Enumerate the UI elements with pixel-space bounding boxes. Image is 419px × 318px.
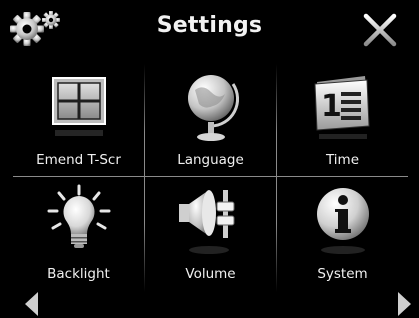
arrow-left-icon[interactable] [23,291,41,317]
header-bar: Settings [0,0,419,58]
tile-backlight[interactable]: Backlight [13,178,144,290]
settings-screen: Settings Emend T-Scr Language 1 Time Bac… [0,0,419,318]
tile-time[interactable]: 1 Time [277,64,408,176]
tile-label: Volume [185,266,236,282]
settings-grid: Emend T-Scr Language 1 Time Backlight Vo… [13,64,408,292]
globe-icon [188,75,240,141]
tile-label: Emend T-Scr [36,152,121,168]
speaker-volume-icon [179,190,235,254]
tile-label: Backlight [47,266,110,282]
tile-label: System [317,266,368,282]
tile-system[interactable]: System [277,178,408,290]
grid-divider-horizontal [13,176,408,177]
tile-emend-t-scr[interactable]: Emend T-Scr [13,64,144,176]
tile-label: Time [325,152,360,168]
calendar-icon: 1 [314,76,370,139]
close-icon[interactable] [362,12,398,48]
tile-volume[interactable]: Volume [145,178,276,290]
touchscreen-calibrate-icon [52,77,106,136]
info-icon [317,188,369,254]
page-title: Settings [156,13,263,38]
lightbulb-icon [47,184,111,248]
tile-language[interactable]: Language [145,64,276,176]
tile-label: Language [177,152,244,168]
svg-text:1: 1 [321,89,342,124]
arrow-right-icon[interactable] [395,291,413,317]
